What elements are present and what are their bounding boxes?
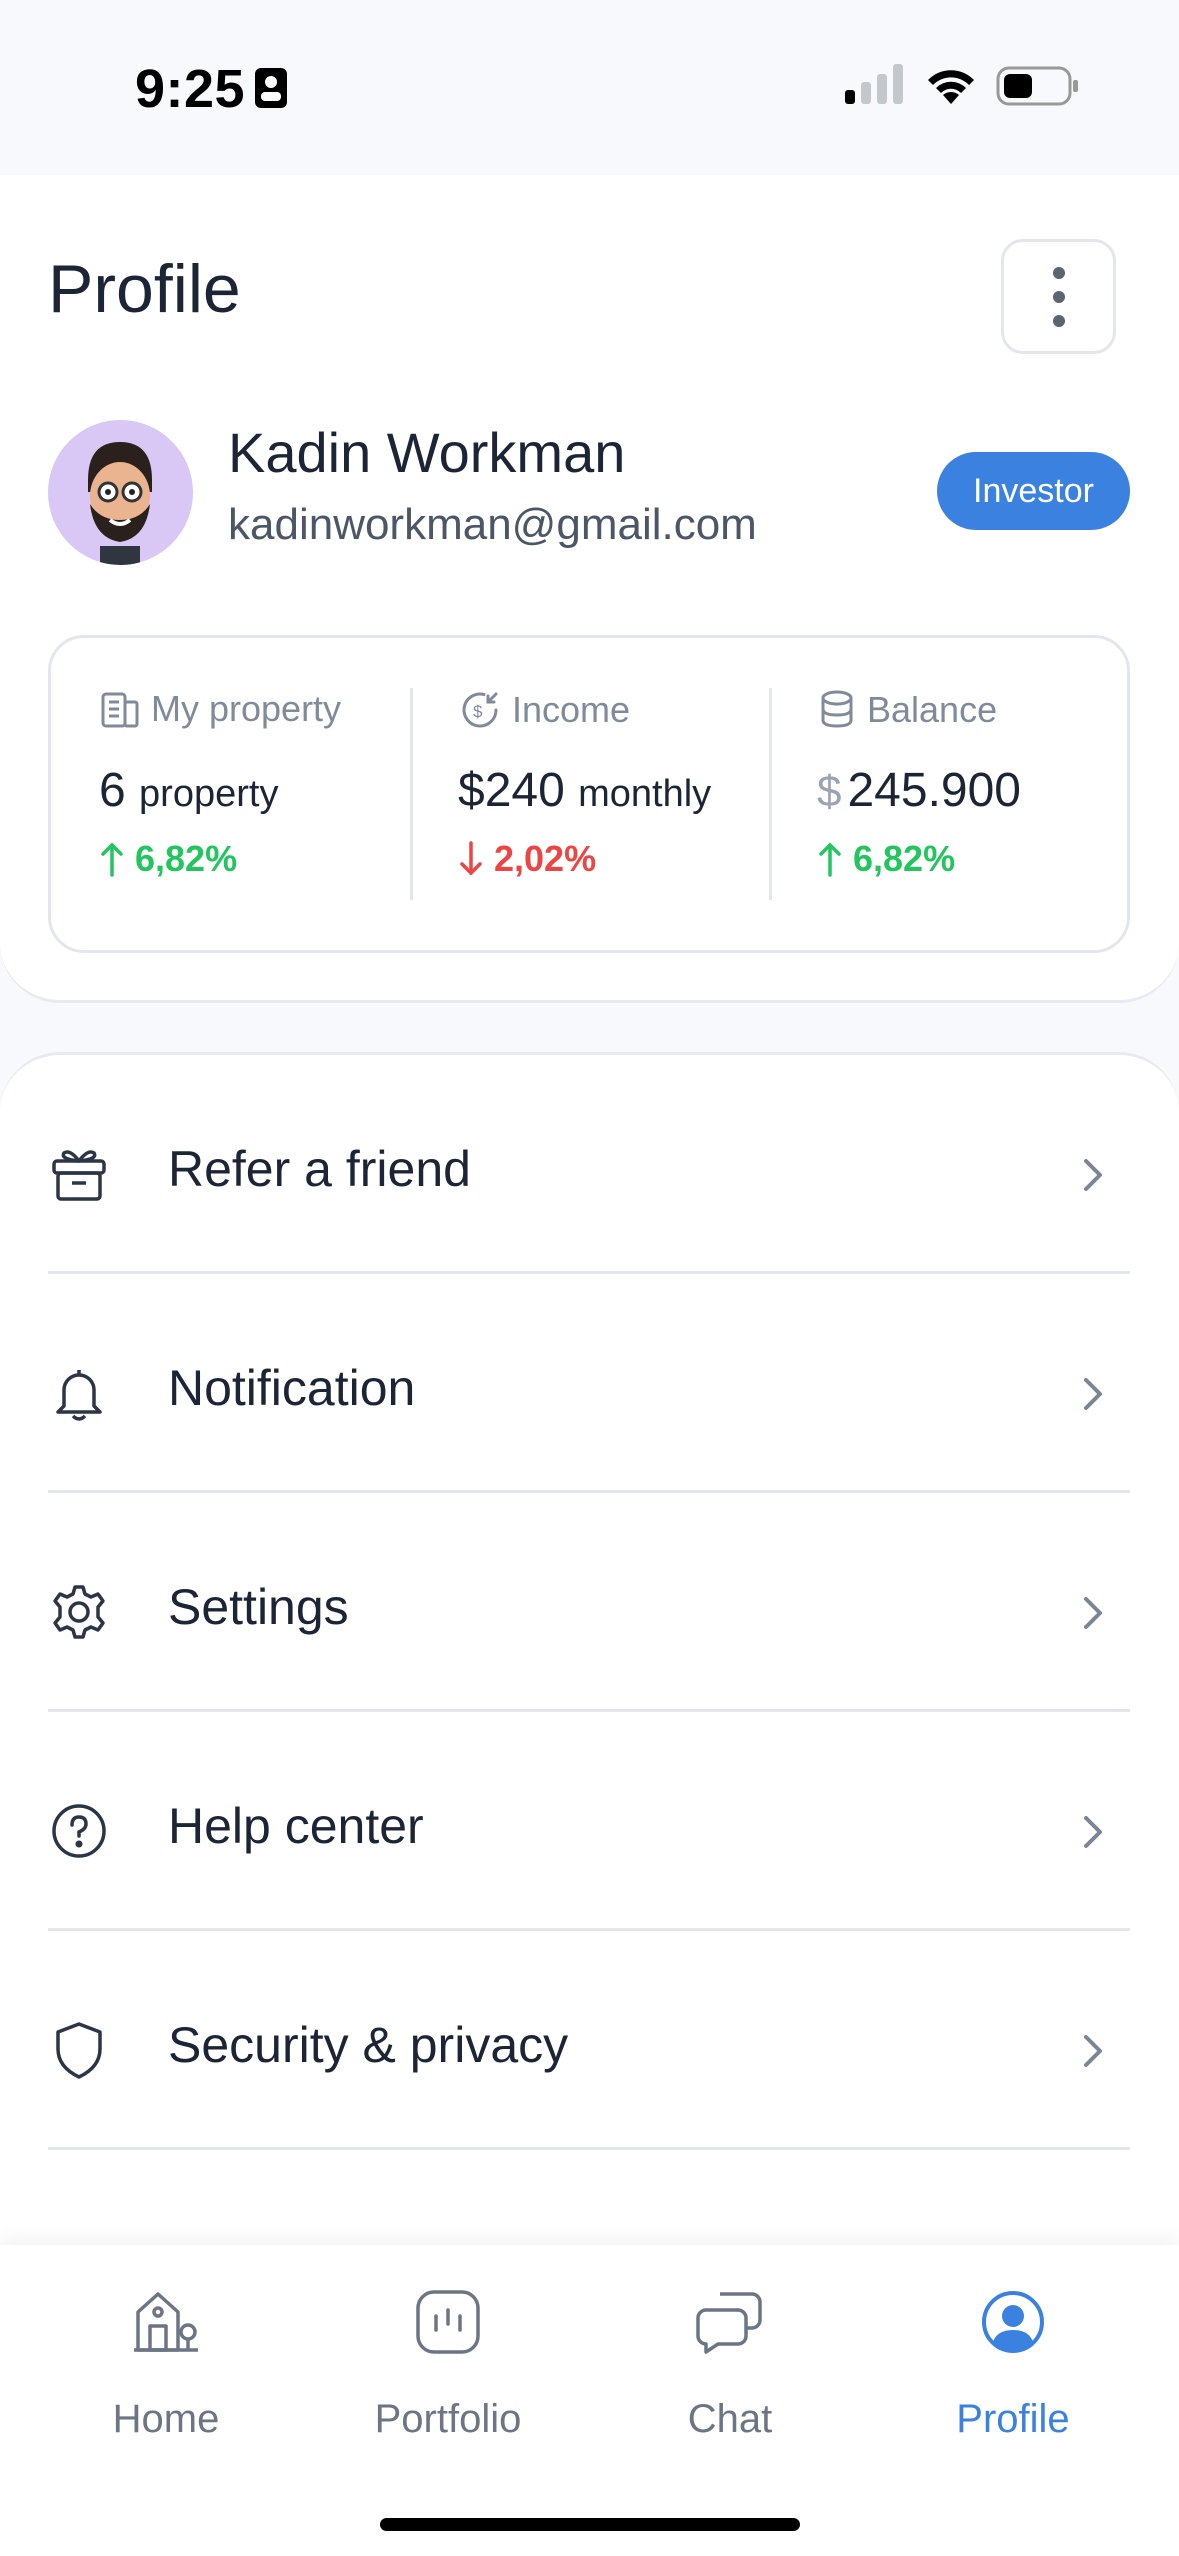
menu-label: Help center (168, 1798, 424, 1854)
menu-label: Security & privacy (168, 2017, 569, 2073)
user-email: kadinworkman@gmail.com (228, 500, 757, 549)
arrow-up-icon (101, 842, 123, 877)
home-indicator[interactable] (380, 2518, 800, 2531)
stat-label: Income (512, 689, 631, 730)
stat-change-value: 6,82% (853, 838, 956, 879)
more-options-button[interactable] (1001, 239, 1116, 354)
stat-label: My property (151, 688, 342, 729)
home-icon (134, 2292, 198, 2352)
tab-profile[interactable]: Profile (893, 2277, 1133, 2467)
menu-item-notification[interactable]: Notification (48, 1274, 1130, 1493)
stat-number: 245.900 (847, 764, 1021, 817)
stat-number: $240 (458, 764, 565, 817)
user-name: Kadin Workman (228, 421, 626, 484)
chevron-right-icon (1084, 2035, 1102, 2067)
stat-divider (410, 688, 413, 900)
stat-change-value: 6,82% (135, 838, 238, 879)
menu-item-settings[interactable]: Settings (48, 1493, 1130, 1712)
stat-change-value: 2,02% (494, 838, 597, 879)
more-dot (1052, 314, 1065, 327)
tab-portfolio[interactable]: Portfolio (328, 2277, 568, 2467)
role-badge: Investor (937, 452, 1130, 530)
stat-divider (769, 688, 772, 900)
tab-bar: Home Portfolio Chat Profile (0, 2245, 1179, 2556)
chevron-right-icon (1084, 1159, 1102, 1191)
profile-card: Profile Kadin Workman kadinworkman@gmail… (0, 175, 1179, 1003)
arrow-down-icon (460, 841, 482, 876)
stat-change: 2,02% (458, 838, 596, 880)
shield-icon (56, 2022, 102, 2079)
arrow-up-icon (819, 842, 841, 877)
stat-value: $240 monthly (458, 763, 711, 818)
user-icon (982, 2291, 1044, 2353)
status-bar: 9:25 (0, 0, 1179, 175)
gear-icon (53, 1585, 105, 1639)
stat-value: 6 property (99, 763, 278, 818)
page-title: Profile (48, 251, 241, 327)
portfolio-icon (416, 2290, 480, 2354)
chevron-right-icon (1084, 1597, 1102, 1629)
menu-item-refer-a-friend[interactable]: Refer a friend (48, 1055, 1130, 1274)
wifi-icon (928, 70, 974, 104)
menu-label: Settings (168, 1579, 349, 1635)
battery-icon (996, 66, 1078, 106)
menu-item-help-center[interactable]: Help center (48, 1712, 1130, 1931)
chat-icon (696, 2292, 762, 2354)
stat-label: Balance (867, 689, 998, 730)
building-icon (101, 692, 139, 728)
stat-value: $245.900 (817, 763, 1021, 818)
tab-chat[interactable]: Chat (610, 2277, 850, 2467)
tab-label: Chat (687, 2397, 773, 2441)
avatar-memoji (48, 420, 192, 565)
menu-label: Refer a friend (168, 1141, 471, 1197)
chevron-right-icon (1084, 1816, 1102, 1848)
stats-box: My property 6 property 6,82% $ Income $2… (48, 635, 1130, 953)
income-icon: $ (462, 692, 498, 728)
gift-icon (52, 1150, 106, 1201)
stat-header: $ Income (458, 688, 630, 732)
stat-change: 6,82% (817, 838, 955, 880)
cellular-signal-icon (845, 64, 903, 104)
stat-unit: property (139, 773, 279, 815)
status-time: 9:25 (135, 59, 246, 119)
help-icon (52, 1804, 106, 1858)
avatar[interactable] (48, 420, 193, 565)
stat-unit: monthly (578, 773, 712, 815)
menu-label: Notification (168, 1360, 416, 1416)
tab-label: Portfolio (374, 2397, 522, 2441)
bell-icon (56, 1370, 102, 1421)
stat-number: 6 (99, 764, 126, 817)
stat-header: Balance (817, 688, 997, 732)
svg-text:$: $ (473, 702, 483, 721)
stat-change: 6,82% (99, 838, 237, 880)
menu-item-security-privacy[interactable]: Security & privacy (48, 1931, 1130, 2150)
tab-home[interactable]: Home (46, 2277, 286, 2467)
more-dot (1052, 290, 1065, 303)
tab-label: Profile (956, 2397, 1070, 2441)
stat-currency: $ (817, 767, 842, 816)
stat-header: My property (99, 688, 341, 730)
contact-card-icon (255, 68, 287, 108)
more-dot (1052, 266, 1065, 279)
coins-icon (821, 690, 853, 728)
chevron-right-icon (1084, 1378, 1102, 1410)
tab-label: Home (112, 2397, 220, 2441)
